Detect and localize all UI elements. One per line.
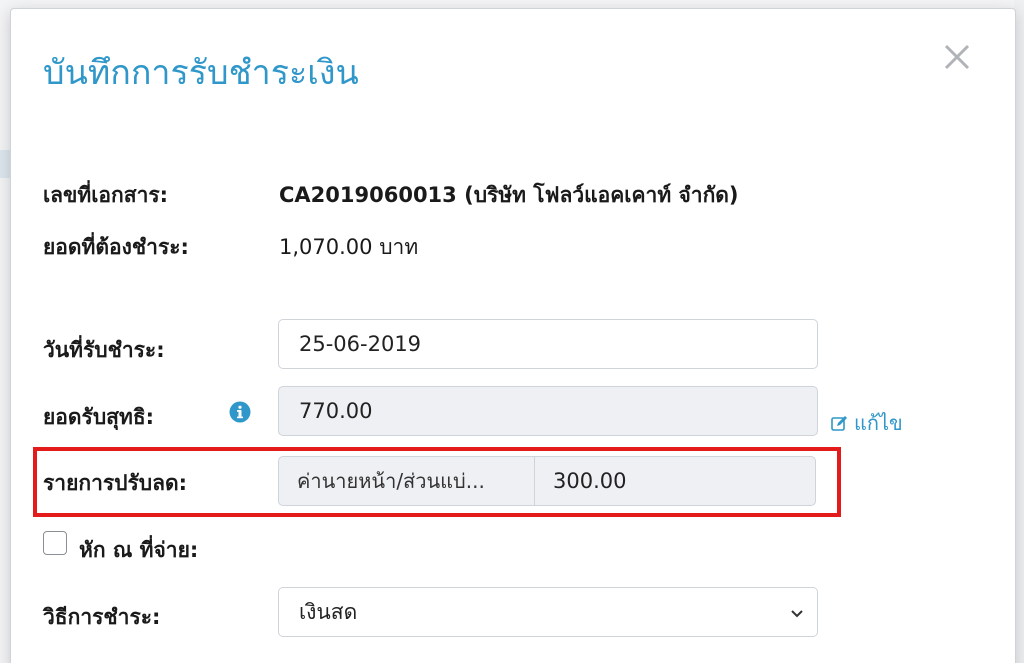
withholding-checkbox[interactable] [43, 531, 67, 555]
modal-title: บันทึกการรับชำระเงิน [43, 53, 359, 93]
info-icon[interactable] [229, 401, 251, 423]
edit-icon [831, 415, 847, 431]
edit-link[interactable]: แก้ไข [831, 407, 903, 439]
withholding-label: หัก ณ ที่จ่าย: [79, 538, 199, 562]
chevron-down-icon [791, 610, 803, 618]
adjustment-name[interactable]: ค่านายหน้า/ส่วนแบ่... [279, 457, 535, 505]
adjustment-label: รายการปรับลด: [43, 471, 188, 495]
edit-label: แก้ไข [854, 411, 903, 435]
doc-no-label: เลขที่เอกสาร: [43, 183, 169, 207]
payment-date-label: วันที่รับชำระ: [43, 338, 165, 362]
payment-date-input[interactable]: 25-06-2019 [278, 319, 818, 369]
adjustment-group[interactable]: ค่านายหน้า/ส่วนแบ่... 300.00 [278, 456, 816, 506]
payment-method-value: เงินสด [299, 599, 358, 624]
amount-due-label: ยอดที่ต้องชำระ: [43, 235, 189, 259]
close-icon [944, 44, 970, 70]
payment-method-label: วิธีการชำระ: [43, 605, 161, 629]
amount-due-value: 1,070.00 บาท [279, 235, 419, 259]
payment-modal: บันทึกการรับชำระเงิน เลขที่เอกสาร: CA201… [10, 8, 1016, 663]
payment-method-select[interactable]: เงินสด [278, 587, 818, 637]
net-received-label: ยอดรับสุทธิ: [43, 405, 155, 429]
payment-date-value: 25-06-2019 [299, 332, 422, 356]
adjustment-amount[interactable]: 300.00 [535, 457, 815, 505]
doc-no-value: CA2019060013 (บริษัท โฟลว์แอคเคาท์ จำกัด… [279, 183, 739, 207]
close-button[interactable] [939, 39, 975, 75]
net-received-input: 770.00 [278, 386, 818, 436]
net-received-value: 770.00 [299, 399, 373, 423]
